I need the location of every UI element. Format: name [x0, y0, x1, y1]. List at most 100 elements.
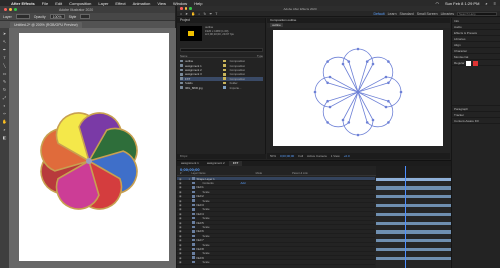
- menu-help[interactable]: Help: [194, 1, 202, 6]
- layer-label-color[interactable]: [192, 199, 195, 202]
- visibility-icon[interactable]: ◉: [179, 251, 182, 255]
- zoom-button[interactable]: [14, 8, 17, 11]
- layer-duration-bar[interactable]: [376, 230, 451, 234]
- workspace-standard[interactable]: Standard: [400, 12, 414, 16]
- visibility-icon[interactable]: ◉: [179, 212, 182, 216]
- menu-edit[interactable]: Edit: [55, 1, 62, 6]
- visibility-icon[interactable]: ◉: [179, 243, 182, 247]
- menu-layer[interactable]: Layer: [98, 1, 108, 6]
- type-tool-icon[interactable]: T: [2, 55, 7, 60]
- layer-label-color[interactable]: [192, 177, 195, 180]
- selection-tool-icon[interactable]: ➤: [2, 31, 7, 36]
- null-handle[interactable]: [347, 60, 351, 63]
- minimize-button[interactable]: [184, 7, 187, 10]
- layer-label-color[interactable]: [192, 221, 195, 224]
- null-handle[interactable]: [399, 90, 403, 94]
- layer-label-color[interactable]: [192, 256, 195, 259]
- layer-duration-bar[interactable]: [376, 239, 451, 243]
- outline-petal[interactable]: [314, 76, 359, 108]
- layer-duration-bar[interactable]: [376, 221, 451, 225]
- exposure-field[interactable]: +0.0: [344, 154, 350, 158]
- menu-extras-icon[interactable]: ≡: [494, 1, 496, 6]
- layer-label-color[interactable]: [192, 225, 195, 229]
- null-handle[interactable]: [387, 99, 390, 103]
- null-handle[interactable]: [356, 133, 360, 137]
- layer-label-color[interactable]: [192, 247, 195, 251]
- layer-duration-bar[interactable]: [376, 203, 451, 208]
- visibility-icon[interactable]: ◉: [179, 234, 182, 238]
- wifi-icon[interactable]: ◠: [435, 1, 439, 6]
- outline-petal[interactable]: [342, 91, 374, 136]
- layer-label-color[interactable]: [192, 203, 195, 207]
- eyedropper-tool-icon[interactable]: ✑: [2, 111, 7, 116]
- project-footer[interactable]: 8 bpc: [177, 154, 266, 159]
- flower-center[interactable]: [86, 158, 92, 164]
- opacity-field[interactable]: 100%: [49, 14, 65, 19]
- visibility-icon[interactable]: ◉: [179, 238, 182, 242]
- rotate-tool-icon[interactable]: ↻: [203, 12, 206, 16]
- timeline-tab[interactable]: FXT: [228, 161, 243, 166]
- visibility-icon[interactable]: ◉: [179, 229, 182, 233]
- scale-tool-icon[interactable]: ⤢: [2, 95, 7, 100]
- home-icon[interactable]: ⌂: [180, 12, 182, 16]
- null-handle[interactable]: [326, 121, 329, 124]
- help-search-input[interactable]: Search Help: [457, 11, 497, 16]
- playhead[interactable]: [405, 166, 406, 268]
- column-type[interactable]: Type: [257, 54, 263, 58]
- label-color[interactable]: [223, 73, 226, 76]
- timeline-tab[interactable]: assignment 2: [203, 161, 229, 166]
- time-ruler[interactable]: [376, 166, 451, 177]
- layer-label-color[interactable]: [192, 181, 195, 185]
- ai-canvas[interactable]: [9, 28, 176, 268]
- layer-label-color[interactable]: [192, 186, 195, 189]
- layer-label-color[interactable]: [192, 238, 195, 242]
- line-tool-icon[interactable]: ╲: [2, 63, 7, 68]
- label-color[interactable]: [223, 77, 226, 81]
- spotlight-icon[interactable]: ⌕: [485, 1, 487, 6]
- null-handle[interactable]: [365, 60, 369, 63]
- null-handle[interactable]: [341, 118, 345, 122]
- visibility-icon[interactable]: ◉: [179, 199, 182, 203]
- close-button[interactable]: [180, 7, 183, 10]
- current-time[interactable]: 0;00;00;00: [280, 154, 294, 158]
- null-handle[interactable]: [326, 81, 329, 85]
- visibility-icon[interactable]: ◉: [179, 181, 182, 185]
- layer-duration-bar[interactable]: [376, 186, 451, 190]
- visibility-icon[interactable]: ◉: [179, 247, 182, 251]
- menu-animation[interactable]: Animation: [133, 1, 151, 6]
- direct-selection-tool-icon[interactable]: ↖: [2, 39, 7, 44]
- visibility-icon[interactable]: ◉: [179, 256, 182, 260]
- column-layer-name[interactable]: Layer Name: [191, 172, 205, 175]
- selection-tool-icon[interactable]: ➤: [185, 12, 188, 16]
- null-handle[interactable]: [387, 60, 390, 63]
- layer-label-color[interactable]: [192, 230, 195, 233]
- column-mode[interactable]: Mode: [256, 172, 263, 175]
- null-handle[interactable]: [384, 75, 388, 79]
- visibility-icon[interactable]: ◉: [179, 207, 182, 211]
- fill-color-swatch[interactable]: [466, 60, 472, 66]
- outline-artwork[interactable]: [273, 30, 443, 146]
- null-handle[interactable]: [341, 62, 345, 66]
- timeline-tab[interactable]: assignment 1: [177, 161, 203, 166]
- null-handle[interactable]: [313, 90, 317, 94]
- label-color[interactable]: [223, 64, 226, 67]
- layer-duration-bar[interactable]: [376, 212, 451, 217]
- layer-property-row[interactable]: ◉ Scale: [177, 260, 375, 265]
- null-handle[interactable]: [328, 105, 332, 109]
- visibility-icon[interactable]: ◉: [179, 260, 182, 264]
- type-tool-icon[interactable]: T: [215, 12, 217, 16]
- layer-label-color[interactable]: [192, 195, 195, 198]
- layer-duration-bar[interactable]: [376, 177, 451, 181]
- menu-view[interactable]: View: [157, 1, 166, 6]
- workspace-default[interactable]: Default: [373, 12, 384, 16]
- visibility-icon[interactable]: ◉: [179, 190, 182, 194]
- project-search-input[interactable]: [180, 48, 263, 52]
- layer-label-color[interactable]: [192, 234, 195, 238]
- label-color[interactable]: [223, 59, 226, 63]
- zoom-dropdown[interactable]: 50%: [270, 154, 276, 158]
- null-handle[interactable]: [356, 47, 360, 51]
- column-parent[interactable]: Parent & Link: [292, 172, 308, 175]
- zoom-tool-icon[interactable]: ⌕: [2, 127, 7, 132]
- zoom-tool-icon[interactable]: ⌕: [198, 12, 200, 16]
- character-settings[interactable]: [452, 66, 500, 106]
